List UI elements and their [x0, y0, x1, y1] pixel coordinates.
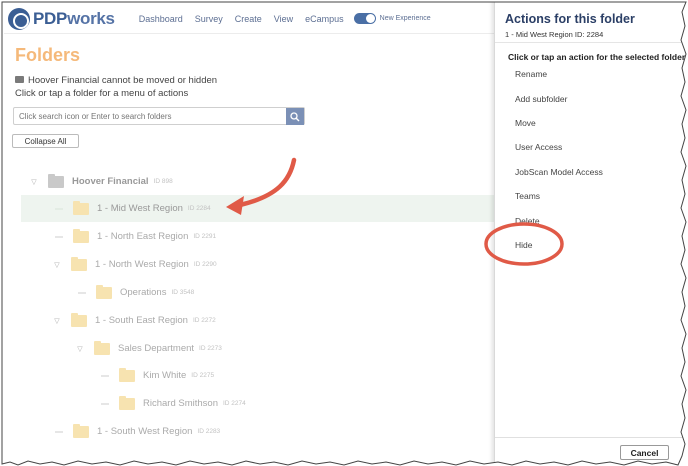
top-nav: PDPworks Dashboard Survey Create View eC…	[4, 4, 494, 34]
search-button[interactable]	[286, 108, 304, 125]
folder-id: ID 3548	[171, 289, 195, 296]
search-input[interactable]	[14, 108, 286, 124]
folder-name: Operations	[120, 287, 167, 298]
folder-name: Sales Department	[118, 343, 195, 354]
folder-name: Richard Smithson	[143, 398, 218, 409]
folder-name: 1 - South West Region	[97, 426, 193, 437]
nav-survey[interactable]: Survey	[195, 14, 223, 24]
new-experience-toggle[interactable]	[353, 13, 376, 24]
folder-name: 1 - South East Region	[95, 315, 188, 326]
nav-create[interactable]: Create	[235, 14, 262, 24]
nav-links: Dashboard Survey Create View eCampus	[139, 14, 344, 24]
caret-down-icon[interactable]: ▽	[76, 345, 84, 353]
logo-suffix: works	[67, 8, 115, 28]
caret-down-icon[interactable]: ▽	[30, 178, 38, 186]
folder-icon	[71, 312, 87, 327]
folder-icon	[73, 228, 89, 243]
tree-row-south-west-region[interactable]: 1 - South West Region ID 2283	[55, 418, 485, 445]
tree-connector	[101, 402, 109, 405]
folder-icon	[48, 173, 64, 188]
action-teams[interactable]: Teams	[515, 191, 540, 201]
action-user-access[interactable]: User Access	[515, 142, 562, 152]
folder-icon	[96, 284, 112, 299]
folder-actions-panel: Actions for this folder 1 - Mid West Reg…	[494, 0, 688, 466]
caret-down-icon[interactable]: ▽	[53, 261, 61, 269]
tree-row-hoover-financial[interactable]: ▽ Hoover Financial ID 898	[30, 168, 490, 195]
logo-mark-icon	[8, 7, 30, 30]
folder-icon	[119, 395, 135, 410]
action-rename[interactable]: Rename	[515, 69, 547, 79]
caret-down-icon[interactable]: ▽	[53, 317, 61, 325]
folder-id: ID 2273	[199, 345, 222, 352]
folder-id: ID 2272	[192, 317, 216, 324]
tree-connector	[55, 207, 63, 210]
folder-id: ID 898	[153, 178, 173, 185]
folder-id: ID 2290	[193, 261, 217, 268]
folder-name: 1 - North West Region	[95, 259, 189, 270]
tree-row-sales-department[interactable]: ▽ Sales Department ID 2273	[76, 335, 476, 362]
folders-note: Hoover Financial cannot be moved or hidd…	[15, 74, 217, 100]
tree-connector	[101, 374, 109, 377]
folder-name: Kim White	[143, 370, 187, 381]
tree-connector	[78, 291, 86, 294]
panel-hint: Click or tap an action for the selected …	[508, 52, 688, 62]
pdpworks-logo[interactable]: PDPworks	[8, 7, 115, 30]
nav-dashboard[interactable]: Dashboard	[139, 14, 183, 24]
folder-id: ID 2291	[193, 233, 217, 240]
note-line-2: Click or tap a folder for a menu of acti…	[15, 88, 189, 99]
nav-view[interactable]: View	[274, 14, 293, 24]
folder-search	[13, 107, 305, 125]
tree-row-south-east-region[interactable]: ▽ 1 - South East Region ID 2272	[53, 307, 483, 334]
tree-row-north-west-region[interactable]: ▽ 1 - North West Region ID 2290	[53, 251, 483, 278]
new-experience-label: New Experience	[379, 15, 431, 22]
action-delete[interactable]: Delete	[515, 216, 540, 226]
panel-title: Actions for this folder	[505, 12, 635, 26]
tree-connector	[55, 430, 63, 433]
action-move[interactable]: Move	[515, 118, 536, 128]
action-hide[interactable]: Hide	[515, 240, 532, 250]
action-add-subfolder[interactable]: Add subfolder	[515, 94, 567, 104]
folder-icon	[73, 200, 89, 215]
note-line-1: Hoover Financial cannot be moved or hidd…	[28, 75, 218, 86]
nav-ecampus[interactable]: eCampus	[305, 14, 344, 24]
screenshot-frame: PDPworks Dashboard Survey Create View eC…	[0, 0, 688, 466]
panel-subtitle: 1 - Mid West Region ID: 2284	[505, 30, 604, 39]
tree-connector	[55, 235, 63, 238]
folder-icon	[94, 340, 110, 355]
folders-page: Folders Hoover Financial cannot be moved…	[4, 36, 494, 466]
tree-row-kim-white[interactable]: Kim White ID 2275	[101, 362, 481, 389]
tree-row-north-east-region[interactable]: 1 - North East Region ID 2291	[55, 223, 485, 250]
folder-icon	[71, 256, 87, 271]
folder-icon	[15, 75, 24, 83]
collapse-all-button[interactable]: Collapse All	[12, 134, 79, 148]
folder-id: ID 2274	[222, 400, 246, 407]
folder-id: ID 2284	[187, 205, 211, 212]
divider	[495, 42, 688, 43]
folder-icon	[119, 367, 135, 382]
logo-prefix: PDP	[33, 8, 68, 28]
folder-icon	[73, 423, 89, 438]
tree-row-richard-smithson[interactable]: Richard Smithson ID 2274	[101, 390, 481, 417]
tree-row-mid-west-region[interactable]: 1 - Mid West Region ID 2284	[21, 195, 494, 222]
cancel-button[interactable]: Cancel	[620, 445, 669, 460]
folder-id: ID 2283	[197, 428, 221, 435]
tree-row-operations[interactable]: Operations ID 3548	[78, 279, 478, 306]
folder-name: 1 - North East Region	[97, 231, 189, 242]
action-jobscan-model-access[interactable]: JobScan Model Access	[515, 167, 603, 177]
page-title: Folders	[15, 45, 81, 65]
search-icon	[290, 111, 300, 121]
folder-id: ID 2275	[191, 372, 215, 379]
folder-name: Hoover Financial	[72, 176, 149, 187]
folder-name: 1 - Mid West Region	[97, 203, 183, 214]
divider	[495, 437, 688, 438]
